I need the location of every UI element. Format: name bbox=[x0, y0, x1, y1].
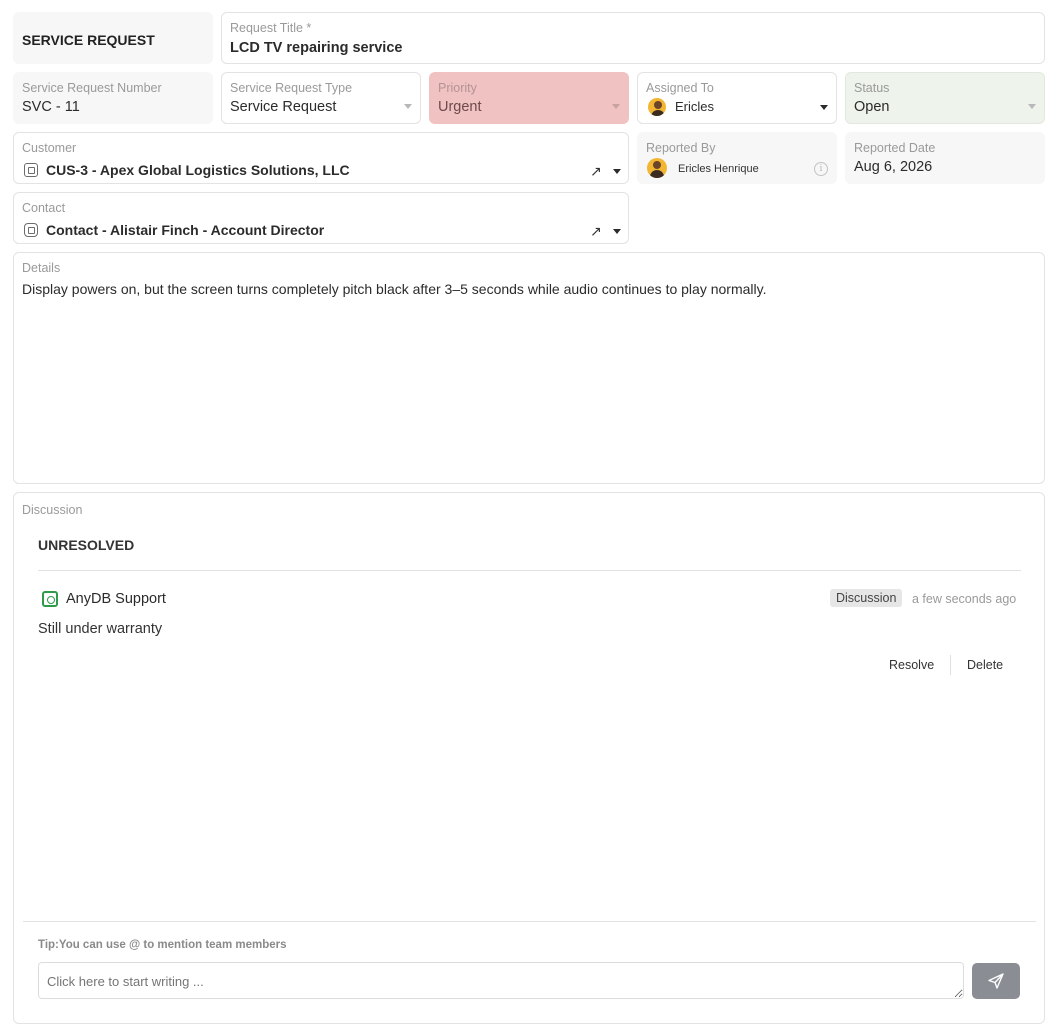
comment-text: Still under warranty bbox=[38, 621, 163, 637]
details-field[interactable]: Details Display powers on, but the scree… bbox=[13, 252, 1045, 484]
priority-label: Priority bbox=[438, 81, 477, 95]
button-separator bbox=[950, 655, 951, 675]
priority-value: Urgent bbox=[438, 99, 482, 115]
reported-by-value: Ericles Henrique bbox=[678, 163, 759, 175]
user-avatar bbox=[647, 158, 667, 178]
open-link-icon[interactable]: ↗ bbox=[590, 224, 602, 238]
chevron-down-icon bbox=[1028, 104, 1036, 109]
tip-text: Tip:You can use @ to mention team member… bbox=[38, 939, 287, 951]
status-value: Open bbox=[854, 99, 890, 115]
comment-input[interactable] bbox=[38, 962, 964, 999]
tip-prefix: Tip: bbox=[38, 939, 59, 951]
chevron-down-icon[interactable] bbox=[613, 169, 621, 174]
details-label: Details bbox=[22, 261, 61, 275]
send-button[interactable] bbox=[972, 963, 1020, 999]
customer-label: Customer bbox=[22, 141, 77, 155]
service-request-number-field: Service Request Number SVC - 11 bbox=[13, 72, 213, 124]
details-value[interactable]: Display powers on, but the screen turns … bbox=[22, 281, 766, 297]
request-title-label: Request Title * bbox=[230, 21, 312, 35]
open-link-icon[interactable]: ↗ bbox=[590, 164, 602, 178]
resolve-button[interactable]: Resolve bbox=[889, 658, 934, 672]
service-request-type-select[interactable]: Service Request Type Service Request bbox=[221, 72, 421, 124]
tip-body: You can use @ to mention team members bbox=[58, 939, 287, 951]
chevron-down-icon[interactable] bbox=[613, 229, 621, 234]
chevron-down-icon[interactable] bbox=[820, 105, 828, 110]
contact-label: Contact bbox=[22, 201, 66, 215]
service-request-type-value: Service Request bbox=[230, 99, 337, 115]
status-label: Status bbox=[854, 81, 890, 95]
section-title: SERVICE REQUEST bbox=[22, 32, 155, 48]
contact-select[interactable]: Contact Contact - Alistair Finch - Accou… bbox=[13, 192, 629, 244]
assigned-to-value: Ericles bbox=[675, 99, 715, 114]
request-title-value[interactable]: LCD TV repairing service bbox=[230, 40, 402, 56]
reported-by-label: Reported By bbox=[646, 141, 716, 155]
discussion-badge: Discussion bbox=[830, 589, 903, 607]
customer-select[interactable]: Customer CUS-3 - Apex Global Logistics S… bbox=[13, 132, 629, 184]
comment-author: AnyDB Support bbox=[66, 591, 166, 607]
contact-value: Contact - Alistair Finch - Account Direc… bbox=[46, 222, 325, 238]
status-select[interactable]: Status Open bbox=[845, 72, 1045, 124]
section-header: SERVICE REQUEST bbox=[13, 12, 213, 64]
service-request-number-value: SVC - 11 bbox=[22, 99, 80, 115]
record-icon bbox=[24, 163, 38, 177]
chevron-down-icon bbox=[404, 104, 412, 109]
user-avatar bbox=[648, 98, 666, 116]
service-request-type-label: Service Request Type bbox=[230, 81, 353, 95]
service-request-number-label: Service Request Number bbox=[22, 81, 162, 95]
chevron-down-icon bbox=[612, 104, 620, 109]
assigned-to-select[interactable]: Assigned To Ericles bbox=[637, 72, 837, 124]
send-icon bbox=[988, 973, 1004, 989]
contact-icon bbox=[24, 223, 38, 237]
assigned-to-label: Assigned To bbox=[646, 81, 714, 95]
composer-divider bbox=[23, 921, 1036, 922]
anydb-logo-icon bbox=[42, 591, 58, 607]
delete-button[interactable]: Delete bbox=[967, 658, 1003, 672]
request-title-field[interactable]: Request Title * LCD TV repairing service bbox=[221, 12, 1045, 64]
customer-value: CUS-3 - Apex Global Logistics Solutions,… bbox=[46, 162, 350, 178]
discussion-label: Discussion bbox=[22, 503, 83, 517]
reported-date-label: Reported Date bbox=[854, 141, 936, 155]
reported-by-field: Reported By Ericles Henrique i bbox=[637, 132, 837, 184]
priority-select[interactable]: Priority Urgent bbox=[429, 72, 629, 124]
divider bbox=[38, 570, 1021, 571]
unresolved-heading: UNRESOLVED bbox=[38, 537, 135, 553]
info-icon[interactable]: i bbox=[814, 162, 828, 176]
reported-date-field: Reported Date Aug 6, 2026 bbox=[845, 132, 1045, 184]
comment-time: a few seconds ago bbox=[912, 592, 1017, 606]
reported-date-value: Aug 6, 2026 bbox=[854, 159, 933, 175]
